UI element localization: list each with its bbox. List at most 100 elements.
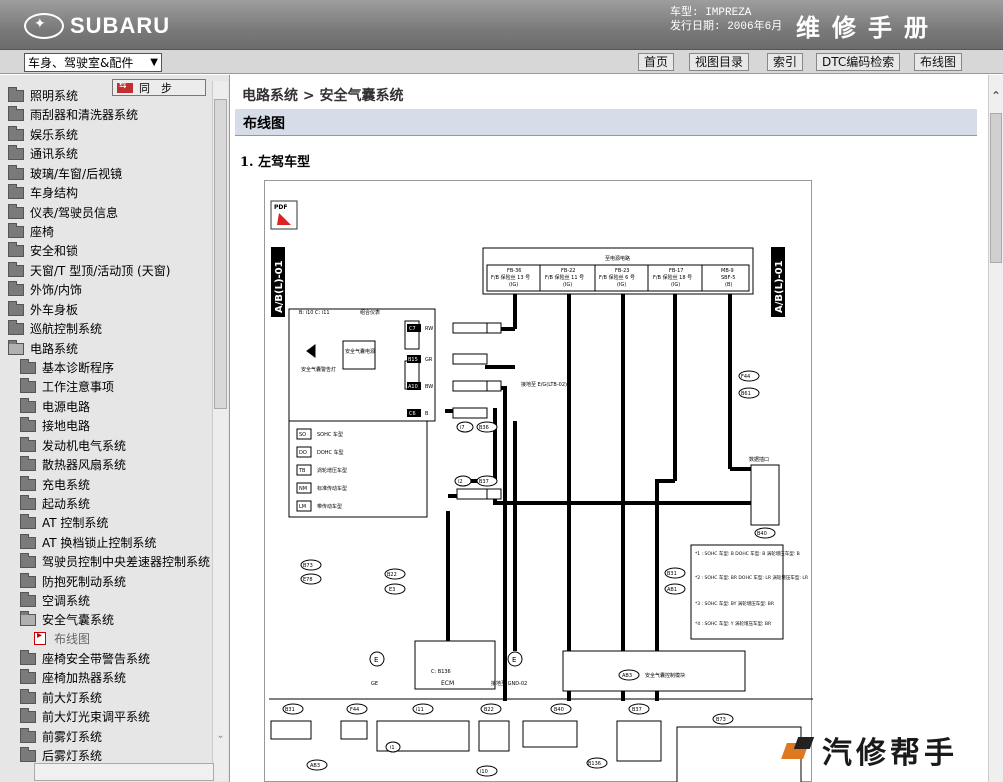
svg-text:A10: A10	[408, 384, 418, 390]
tree-item-instruments[interactable]: 仪表/驾驶员信息	[8, 203, 118, 222]
airbag-lamp-label: 安全气囊警告灯	[301, 366, 336, 373]
folder-icon	[8, 241, 24, 257]
tree-subitem-charging[interactable]: 充电系统	[20, 475, 90, 494]
tree-subitem-dccd[interactable]: 驾驶员控制中央差速器控制系统	[20, 552, 210, 571]
tree-item-label: 后雾灯系统	[42, 749, 103, 763]
fuse-switch: (IG)	[563, 282, 572, 288]
folder-icon	[20, 436, 36, 452]
category-dropdown[interactable]: 车身、驾驶室&配件 ▼	[24, 53, 162, 72]
wiring-diagram-button[interactable]: 布线图	[914, 53, 963, 71]
content-scroll-thumb[interactable]	[990, 113, 1002, 263]
tree-item-exterior-panels[interactable]: 外车身板	[8, 300, 78, 319]
tree-item-label: 娱乐系统	[30, 128, 79, 142]
wire-color-label: RW	[425, 326, 433, 332]
tree-subitem-precautions[interactable]: 工作注意事项	[20, 377, 114, 396]
tree-item-label: 散热器风扇系统	[42, 458, 127, 472]
tree-item-label: 前雾灯系统	[42, 730, 103, 744]
svg-text:C7: C7	[409, 326, 416, 332]
tree-subitem-engine-electrical[interactable]: 发动机电气系统	[20, 436, 126, 455]
tree-item-label: AT 控制系统	[42, 516, 109, 530]
legend-text: 涡轮增压车型	[317, 467, 347, 474]
tree-item-cruise-control[interactable]: 巡航控制系统	[8, 319, 102, 338]
folder-icon	[20, 707, 36, 723]
tree-item-entertainment[interactable]: 娱乐系统	[8, 125, 78, 144]
connector-label: i1	[390, 745, 395, 751]
tree-item-label: 前大灯系统	[42, 691, 103, 705]
tree-item-body-structure[interactable]: 车身结构	[8, 183, 78, 202]
pdf-icon[interactable]: PDF	[270, 200, 298, 230]
tree-subitem-headlight[interactable]: 前大灯系统	[20, 688, 102, 707]
issue-date: 发行日期: 2006年6月	[670, 21, 783, 33]
tree-subitem-starting[interactable]: 起动系统	[20, 494, 90, 513]
tree-subitem-power-circuit[interactable]: 电源电路	[20, 397, 90, 416]
tree-subitem-basic-diagnosis[interactable]: 基本诊断程序	[20, 358, 114, 377]
fuse-desc: SBF-5	[721, 275, 735, 281]
tree-item-lighting[interactable]: 照明系统	[8, 86, 78, 105]
sidebar-horizontal-scrollbar[interactable]	[34, 763, 214, 781]
index-button[interactable]: 索引	[767, 53, 804, 71]
connector-label: B22	[387, 572, 397, 578]
folder-icon	[20, 494, 36, 510]
tree-item-communication[interactable]: 通讯系统	[8, 144, 78, 163]
folder-icon	[8, 183, 24, 199]
tree-item-sunroof[interactable]: 天窗/T 型顶/活动顶 (天窗)	[8, 261, 170, 280]
tree-subitem-front-fog[interactable]: 前雾灯系统	[20, 727, 102, 746]
connector-label: B73	[716, 717, 726, 723]
connector-label: i11	[416, 707, 424, 713]
tree-item-electrical[interactable]: 电路系统	[8, 339, 78, 358]
dtc-search-button[interactable]: DTC编码检索	[816, 53, 901, 71]
tree-item-safety-locks[interactable]: 安全和锁	[8, 241, 78, 260]
wire-color-label: B	[425, 411, 429, 417]
view-catalog-button[interactable]: 视图目录	[689, 53, 750, 71]
tree-subitem-at-control[interactable]: AT 控制系统	[20, 513, 108, 532]
svg-text:E: E	[374, 656, 378, 664]
tree-leaf-wiring-diagram[interactable]: 布线图	[34, 629, 90, 648]
folder-icon	[8, 144, 24, 160]
note-line: *4 : SOHC 车型: Y 涡轮增压车型: BR	[695, 620, 771, 627]
tree-item-seats[interactable]: 座椅	[8, 222, 54, 241]
tree-item-label: 电路系统	[30, 342, 79, 356]
sync-button[interactable]: 同 步	[112, 79, 206, 96]
chevron-down-icon[interactable]: ⌄	[213, 730, 228, 741]
tree-subitem-seatbelt-warning[interactable]: 座椅安全带警告系统	[20, 649, 150, 668]
connector-label: B31	[285, 707, 295, 713]
tree-subitem-seat-heater[interactable]: 座椅加热器系统	[20, 668, 126, 687]
data-link-connector-id: B40	[757, 531, 767, 537]
tree-item-label: 充电系统	[42, 478, 91, 492]
pdf-label: PDF	[274, 204, 287, 211]
note-line: *3 : SOHC 车型: BY 涡轮增压车型: BR	[695, 600, 774, 607]
airbag-control-module	[562, 650, 746, 692]
tree-subitem-airbag[interactable]: 安全气囊系统	[20, 610, 114, 629]
content-scrollbar[interactable]: ⌃	[988, 75, 1003, 782]
section-title: 布线图	[243, 116, 285, 132]
tree-item-glass[interactable]: 玻璃/车窗/后视镜	[8, 164, 122, 183]
watermark-logo-icon	[782, 735, 818, 765]
tree-item-label: 发动机电气系统	[42, 439, 127, 453]
folder-icon	[20, 358, 36, 374]
fuse-desc: F/B 保险丝 6 号	[599, 274, 635, 281]
tree-item-trim[interactable]: 外饰/内饰	[8, 280, 82, 299]
fuse-id: MB-9	[721, 268, 734, 274]
tree-subitem-radiator-fan[interactable]: 散热器风扇系统	[20, 455, 126, 474]
sidebar-scrollbar[interactable]: ⌄	[212, 81, 228, 781]
tree-subitem-ground-circuit[interactable]: 接地电路	[20, 416, 90, 435]
tree-subitem-at-shift-lock[interactable]: AT 换档锁止控制系统	[20, 533, 156, 552]
sidebar-scroll-thumb[interactable]	[214, 99, 227, 409]
wire-color-label: GR	[425, 357, 433, 363]
tree-item-wiper[interactable]: 雨刮器和清洗器系统	[8, 105, 138, 124]
tree-subitem-ac[interactable]: 空调系统	[20, 591, 90, 610]
home-button[interactable]: 首页	[638, 53, 675, 71]
wiring-diagram-svg: PDF A/B(L)-01 A/B(L)-01 至电源电路 FB-36 F/B …	[269, 200, 813, 782]
tree-item-label: AT 换档锁止控制系统	[42, 536, 157, 550]
chevron-up-icon[interactable]: ⌃	[991, 89, 1001, 103]
brand-name: SUBARU	[70, 13, 171, 38]
fuse-header: 至电源电路	[605, 255, 630, 262]
folder-icon	[20, 572, 36, 588]
connector-label: B31	[667, 571, 677, 577]
folder-icon	[20, 591, 36, 607]
fuse-id: FB-22	[561, 268, 575, 274]
tree-subitem-abs[interactable]: 防抱死制动系统	[20, 572, 126, 591]
tree-subitem-headlight-leveling[interactable]: 前大灯光束调平系统	[20, 707, 150, 726]
content-pane: 电路系统 > 安全气囊系统 布线图 1. 左驾车型 PDF A/B(L)-01 …	[231, 75, 988, 782]
legend-code: NM	[299, 486, 307, 492]
